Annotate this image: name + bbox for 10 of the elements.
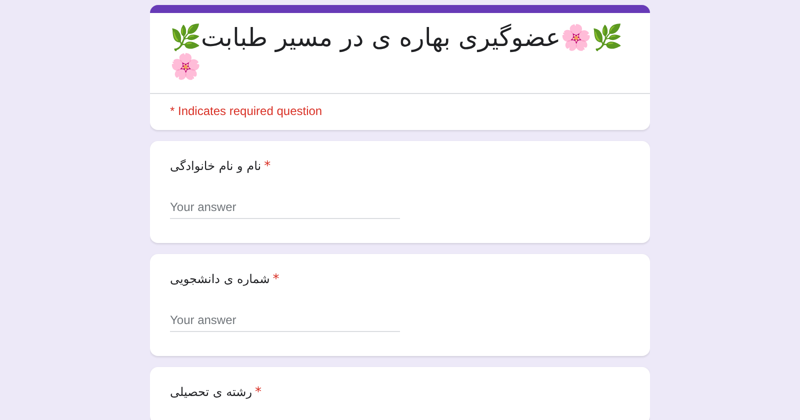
required-mark: * [272, 272, 280, 287]
question-label: رشته ی تحصیلی [170, 385, 252, 399]
answer-field[interactable]: Your answer [170, 196, 400, 219]
form-title: 🌿🌸عضوگیری بهاره ی در مسیر طبابت🌿🌸 [170, 23, 624, 81]
question-label: نام و نام خانوادگی [170, 159, 262, 173]
answer-field[interactable]: Your answer [170, 309, 400, 332]
required-mark: * [255, 385, 262, 400]
question-label: شماره ی دانشجویی [170, 272, 270, 286]
required-note: * Indicates required question [169, 103, 324, 120]
required-mark: * [264, 159, 271, 174]
